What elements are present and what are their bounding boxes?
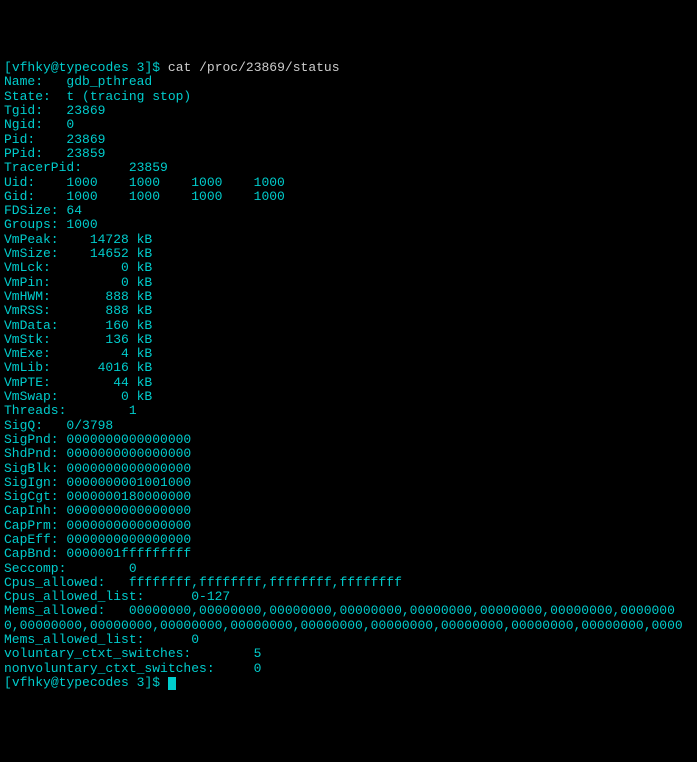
output-line: Tgid: 23869 (4, 103, 105, 118)
output-line: Name: gdb_pthread (4, 74, 152, 89)
prompt-line: [vfhky@typecodes 3]$ cat /proc/23869/sta… (4, 60, 340, 75)
prompt-user: vfhky (12, 675, 51, 690)
output-line: Ngid: 0 (4, 117, 74, 132)
output-line: VmPin: 0 kB (4, 275, 152, 290)
output-line: VmLib: 4016 kB (4, 360, 152, 375)
output-line: ShdPnd: 0000000000000000 (4, 446, 191, 461)
output-line: Cpus_allowed_list: 0-127 (4, 589, 230, 604)
prompt-host: typecodes (59, 60, 129, 75)
output-line: VmExe: 4 kB (4, 346, 152, 361)
cursor-icon[interactable] (168, 677, 176, 690)
output-line: VmData: 160 kB (4, 318, 152, 333)
output-line: SigPnd: 0000000000000000 (4, 432, 191, 447)
output-line: CapEff: 0000000000000000 (4, 532, 191, 547)
output-line: VmSwap: 0 kB (4, 389, 152, 404)
output-line: SigBlk: 0000000000000000 (4, 461, 191, 476)
output-line: SigIgn: 0000000001001000 (4, 475, 191, 490)
output-line: Uid: 1000 1000 1000 1000 (4, 175, 285, 190)
output-line: State: t (tracing stop) (4, 89, 191, 104)
prompt-open-bracket: [ (4, 675, 12, 690)
output-line: Mems_allowed: 00000000,00000000,00000000… (4, 603, 675, 618)
output-line: Cpus_allowed: ffffffff,ffffffff,ffffffff… (4, 575, 402, 590)
output-line: SigQ: 0/3798 (4, 418, 113, 433)
prompt-host: typecodes (59, 675, 129, 690)
command-text: cat /proc/23869/status (168, 60, 340, 75)
output-line: TracerPid: 23859 (4, 160, 168, 175)
output-line: Mems_allowed_list: 0 (4, 632, 199, 647)
prompt-path: 3 (129, 60, 145, 75)
output-line: SigCgt: 0000000180000000 (4, 489, 191, 504)
prompt-open-bracket: [ (4, 60, 12, 75)
output-line: PPid: 23859 (4, 146, 105, 161)
prompt-at: @ (51, 675, 59, 690)
output-line: VmPeak: 14728 kB (4, 232, 152, 247)
output-line: Groups: 1000 (4, 217, 98, 232)
prompt-dollar: $ (152, 675, 168, 690)
output-line: VmPTE: 44 kB (4, 375, 152, 390)
output-line: VmRSS: 888 kB (4, 303, 152, 318)
terminal[interactable]: [vfhky@typecodes 3]$ cat /proc/23869/sta… (4, 61, 693, 690)
prompt-dollar: $ (152, 60, 168, 75)
prompt-path: 3 (129, 675, 145, 690)
output-line: VmLck: 0 kB (4, 260, 152, 275)
output-line: CapInh: 0000000000000000 (4, 503, 191, 518)
prompt-close-bracket: ] (144, 675, 152, 690)
prompt-line-end: [vfhky@typecodes 3]$ (4, 675, 176, 690)
output-line: 0,00000000,00000000,00000000,00000000,00… (4, 618, 683, 633)
output-line: Threads: 1 (4, 403, 137, 418)
output-line: Seccomp: 0 (4, 561, 137, 576)
output-line: VmStk: 136 kB (4, 332, 152, 347)
output-line: Gid: 1000 1000 1000 1000 (4, 189, 285, 204)
output-line: nonvoluntary_ctxt_switches: 0 (4, 661, 261, 676)
output-line: VmHWM: 888 kB (4, 289, 152, 304)
output-line: voluntary_ctxt_switches: 5 (4, 646, 261, 661)
prompt-at: @ (51, 60, 59, 75)
output-line: CapPrm: 0000000000000000 (4, 518, 191, 533)
output-line: VmSize: 14652 kB (4, 246, 152, 261)
output-line: CapBnd: 0000001fffffffff (4, 546, 191, 561)
output-line: Pid: 23869 (4, 132, 105, 147)
output-line: FDSize: 64 (4, 203, 82, 218)
prompt-user: vfhky (12, 60, 51, 75)
